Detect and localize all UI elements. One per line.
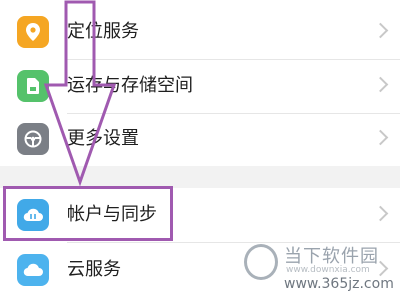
steering-wheel-icon	[17, 123, 49, 155]
watermark-url-small: www.downxia.com	[286, 265, 370, 275]
settings-item-more[interactable]: 更多设置	[0, 112, 400, 166]
settings-item-storage[interactable]: 运存与存储空间	[0, 59, 400, 113]
storage-card-icon	[17, 70, 49, 102]
location-pin-icon	[17, 16, 49, 48]
highlight-box	[3, 186, 173, 241]
settings-item-location[interactable]: 定位服务	[0, 5, 400, 59]
settings-item-label: 更多设置	[67, 128, 139, 149]
cloud-icon	[17, 254, 49, 286]
settings-item-label: 定位服务	[67, 21, 139, 42]
settings-item-label: 运存与存储空间	[67, 75, 193, 96]
watermark: 当下软件园 www.downxia.com www.365jz.com	[240, 240, 400, 297]
settings-item-label: 云服务	[67, 259, 121, 280]
settings-group-1: 定位服务 运存与存储空间 更多设置	[0, 0, 400, 166]
chevron-right-icon	[372, 129, 389, 146]
chevron-right-icon	[372, 76, 389, 93]
watermark-url: www.365jz.com	[284, 276, 394, 292]
chevron-right-icon	[372, 22, 389, 39]
chevron-right-icon	[372, 205, 389, 222]
watermark-logo-icon	[244, 244, 278, 280]
